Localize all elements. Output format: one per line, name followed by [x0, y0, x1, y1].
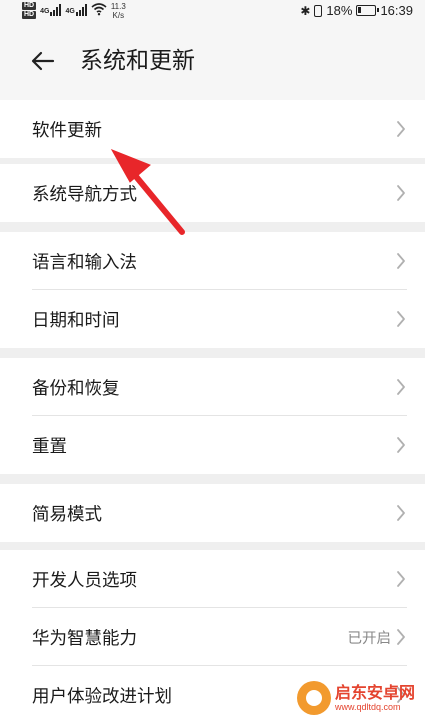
settings-item[interactable]: 简易模式 [0, 484, 425, 542]
status-bar: HD HD 4G 4G 11.3 K/s ✱ 18% 16:39 [0, 0, 425, 24]
settings-group: 系统导航方式 [0, 164, 425, 222]
settings-group: 软件更新 [0, 100, 425, 158]
arrow-left-icon [31, 51, 55, 71]
settings-item-label: 华为智慧能力 [32, 628, 137, 649]
chevron-right-icon [397, 121, 405, 137]
settings-item[interactable]: 软件更新 [0, 100, 425, 158]
settings-item[interactable]: 备份和恢复 [0, 358, 425, 416]
settings-item-label: 软件更新 [32, 120, 102, 141]
watermark-url: www.qdltdq.com [334, 702, 401, 712]
chevron-right-icon [397, 311, 405, 327]
settings-item-label: 系统导航方式 [32, 184, 137, 205]
app-header: 系统和更新 [0, 24, 425, 100]
watermark-text: 启东安卓网 www.qdltdq.com [334, 683, 415, 713]
clock: 16:39 [380, 3, 413, 18]
settings-item[interactable]: 开发人员选项 [0, 550, 425, 608]
page-title: 系统和更新 [80, 48, 195, 74]
settings-group: 语言和输入法 日期和时间 [0, 232, 425, 348]
settings-item[interactable]: 系统导航方式 [0, 164, 425, 222]
watermark: 启东安卓网 www.qdltdq.com [296, 681, 415, 715]
bluetooth-icon: ✱ [300, 3, 311, 18]
settings-item-label: 备份和恢复 [32, 378, 120, 399]
chevron-right-icon [397, 437, 405, 453]
chevron-right-icon [397, 253, 405, 269]
watermark-logo-icon [296, 681, 331, 715]
settings-item[interactable]: 重置 [0, 416, 425, 474]
settings-item-label: 语言和输入法 [32, 252, 137, 273]
settings-item-label: 重置 [32, 436, 67, 457]
settings-item-label: 开发人员选项 [32, 570, 137, 591]
chevron-right-icon [397, 505, 405, 521]
hd-badge-1: HD [22, 2, 37, 10]
vibrate-icon [314, 4, 323, 17]
network-type-1: 4G [40, 8, 50, 15]
settings-item-label: 日期和时间 [32, 310, 120, 331]
network-type-2: 4G [65, 8, 75, 15]
status-right: ✱ 18% 16:39 [300, 3, 413, 18]
chevron-right-icon [397, 571, 405, 587]
settings-item[interactable]: 日期和时间 [0, 290, 425, 348]
settings-item-label: 简易模式 [32, 504, 102, 525]
chevron-right-icon [397, 185, 405, 201]
back-button[interactable] [28, 46, 58, 76]
settings-item[interactable]: 华为智慧能力 已开启 [0, 608, 425, 666]
battery-icon [356, 5, 380, 16]
speed-unit: K/s [112, 11, 125, 20]
chevron-right-icon [397, 629, 405, 645]
signal-icon-1: 4G [40, 2, 62, 16]
chevron-right-icon [397, 379, 405, 395]
settings-item-value: 已开启 [347, 630, 392, 647]
battery-percent: 18% [326, 3, 353, 18]
settings-item-label: 用户体验改进计划 [32, 686, 172, 707]
settings-group: 简易模式 [0, 484, 425, 542]
speed-value: 11.3 [110, 2, 126, 11]
hd-badge-2: HD [22, 11, 37, 19]
settings-group: 备份和恢复 重置 [0, 358, 425, 474]
hd-badges: HD HD [22, 2, 37, 19]
signal-icon-2: 4G [65, 2, 87, 16]
watermark-title: 启东安卓网 [334, 683, 415, 702]
status-left: HD HD 4G 4G 11.3 K/s [22, 2, 126, 20]
wifi-icon [91, 3, 107, 16]
network-speed: 11.3 K/s [111, 2, 126, 20]
settings-item[interactable]: 语言和输入法 [0, 232, 425, 290]
